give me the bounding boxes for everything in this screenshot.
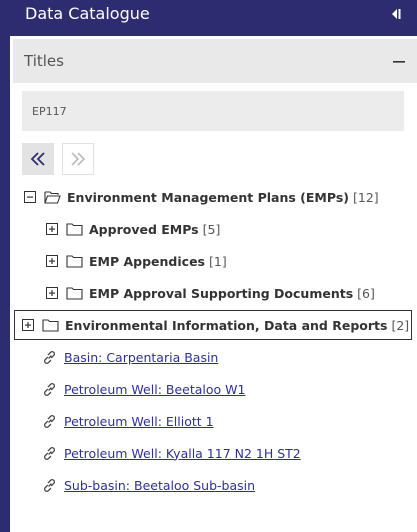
- catalogue-header: Data Catalogue: [0, 0, 417, 34]
- catalogue-link[interactable]: Petroleum Well: Kyalla 117 N2 1H ST2: [64, 446, 301, 461]
- catalogue-title: Data Catalogue: [25, 4, 150, 23]
- tree-node-label: Environment Management Plans (EMPs): [67, 189, 349, 205]
- tree-node-environmental-information[interactable]: Environmental Information, Data and Repo…: [14, 310, 412, 340]
- minus-icon: [393, 61, 405, 63]
- tree-node-count: [2]: [391, 317, 410, 333]
- tree-node-label: Environmental Information, Data and Repo…: [65, 317, 388, 333]
- tree-node-emp-appendices[interactable]: EMP Appendices [1]: [46, 248, 227, 274]
- tree-node-count: [6]: [357, 285, 375, 301]
- catalogue-link[interactable]: Petroleum Well: Elliott 1: [64, 414, 214, 429]
- catalogue-panel: Titles Environment Management Plans (EMP…: [10, 36, 417, 532]
- collapse-panel-button[interactable]: [388, 6, 402, 22]
- collapse-panel-icon: [392, 9, 401, 19]
- titles-section-header[interactable]: Titles: [13, 39, 417, 83]
- tree-node-label: EMP Appendices: [89, 253, 205, 269]
- link-icon: [44, 350, 55, 364]
- list-item-link[interactable]: Basin: Carpentaria Basin: [42, 345, 218, 369]
- next-page-button[interactable]: [62, 143, 94, 175]
- plus-box-icon[interactable]: [46, 287, 58, 299]
- folder-icon: [42, 319, 59, 332]
- folder-icon: [66, 287, 83, 300]
- double-chevron-right-icon: [71, 152, 86, 166]
- tree-node-label: Approved EMPs: [89, 221, 199, 237]
- link-icon: [44, 446, 55, 460]
- catalogue-link[interactable]: Petroleum Well: Beetaloo W1: [64, 382, 245, 397]
- collapse-titles-button[interactable]: [391, 54, 407, 70]
- tree-node-count: [1]: [209, 253, 227, 269]
- double-chevron-left-icon: [30, 152, 45, 166]
- titles-filter-input[interactable]: [22, 91, 404, 131]
- list-item-link[interactable]: Sub-basin: Beetaloo Sub-basin: [42, 473, 255, 497]
- plus-box-icon[interactable]: [46, 255, 58, 267]
- folder-icon: [66, 255, 83, 268]
- tree-node-label: EMP Approval Supporting Documents: [89, 285, 354, 301]
- link-icon: [44, 478, 55, 492]
- tree-node-count: [5]: [202, 221, 221, 237]
- tree-node-count: [12]: [352, 189, 379, 205]
- list-item-link[interactable]: Petroleum Well: Kyalla 117 N2 1H ST2: [42, 441, 301, 465]
- link-icon: [44, 382, 55, 396]
- plus-box-icon[interactable]: [22, 319, 34, 331]
- tree-node-emps[interactable]: Environment Management Plans (EMPs) [12]: [24, 184, 379, 210]
- folder-icon: [66, 223, 83, 236]
- tree-node-approved-emps[interactable]: Approved EMPs [5]: [46, 216, 220, 242]
- previous-page-button[interactable]: [22, 143, 54, 175]
- plus-box-icon[interactable]: [46, 223, 58, 235]
- folder-open-icon: [44, 191, 61, 204]
- catalogue-link[interactable]: Sub-basin: Beetaloo Sub-basin: [64, 478, 255, 493]
- minus-box-icon[interactable]: [24, 191, 36, 203]
- tree-node-emp-approval-supporting-documents[interactable]: EMP Approval Supporting Documents [6]: [46, 280, 375, 306]
- list-item-link[interactable]: Petroleum Well: Beetaloo W1: [42, 377, 245, 401]
- link-icon: [44, 414, 55, 428]
- titles-section-label: Titles: [24, 52, 64, 70]
- list-item-link[interactable]: Petroleum Well: Elliott 1: [42, 409, 214, 433]
- catalogue-link[interactable]: Basin: Carpentaria Basin: [64, 350, 218, 365]
